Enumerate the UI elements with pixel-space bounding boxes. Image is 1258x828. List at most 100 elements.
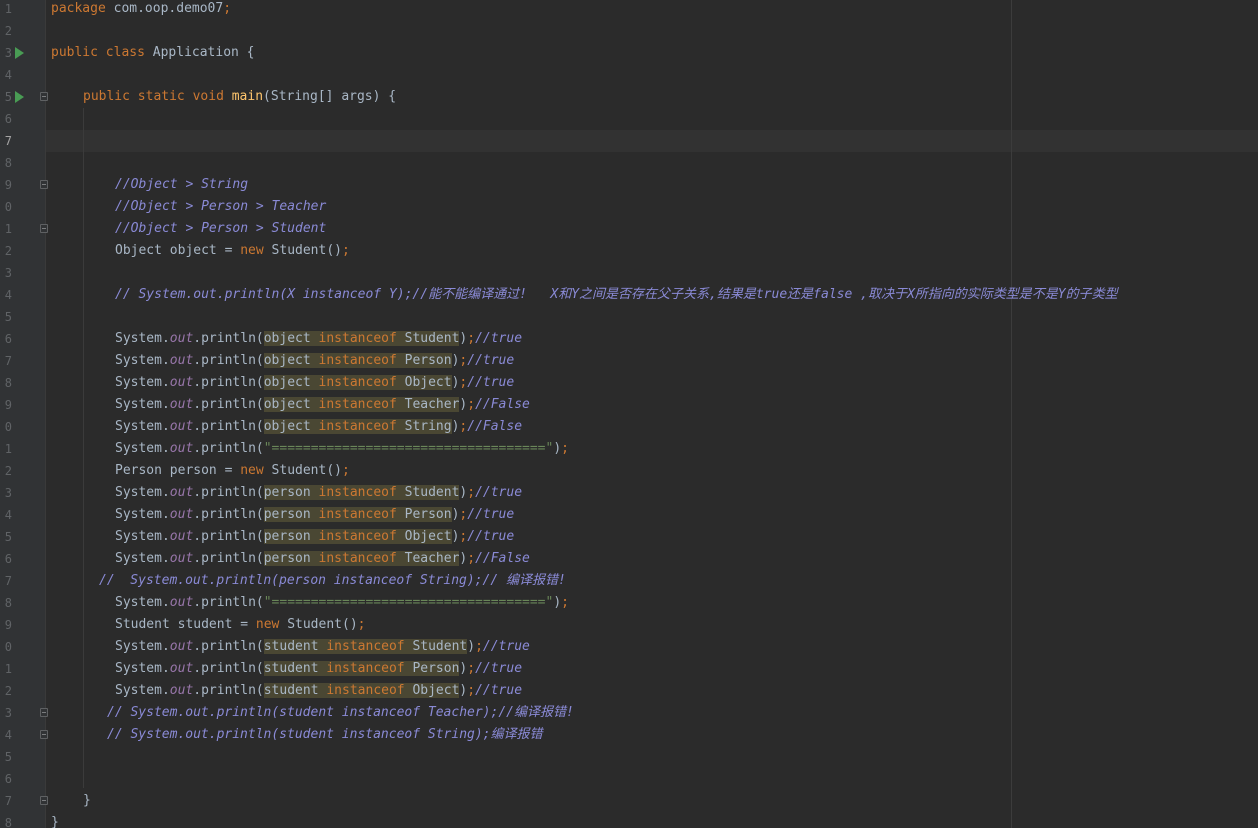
instanceof-highlight: student instanceof Object — [263, 683, 460, 698]
code-token: System. — [115, 551, 170, 566]
code-line[interactable]: 2 — [0, 20, 1258, 42]
semicolon-token: ; — [467, 397, 476, 412]
code-line[interactable]: 5 — [0, 746, 1258, 768]
code-line[interactable]: 2 Person person = new Student(); — [0, 460, 1258, 482]
code-line[interactable]: 0 //Object > Person > Teacher — [0, 196, 1258, 218]
code-text: System.out.println(person instanceof Per… — [115, 504, 514, 526]
keyword-token: new — [240, 243, 272, 258]
code-line[interactable]: 1 //Object > Person > Student — [0, 218, 1258, 240]
code-line[interactable]: 4 System.out.println(person instanceof Pe… — [0, 504, 1258, 526]
code-line[interactable]: 9 System.out.println(object instanceof Te… — [0, 394, 1258, 416]
code-line[interactable]: 5 public static void main(String[] args) … — [0, 86, 1258, 108]
code-line[interactable]: 6 System.out.println(person instanceof Te… — [0, 548, 1258, 570]
code-line[interactable]: 4 // System.out.println(X instanceof Y);/… — [0, 284, 1258, 306]
code-line[interactable]: 9 Student student = new Student(); — [0, 614, 1258, 636]
line-number: 8 — [4, 156, 12, 170]
code-line[interactable]: 7} — [0, 790, 1258, 812]
code-text: Object object = new Student(); — [115, 240, 350, 262]
line-number: 9 — [4, 398, 12, 412]
code-line[interactable]: 1 package com.oop.demo07; — [0, 0, 1258, 20]
code-line[interactable]: 1 System.out.println("===================… — [0, 438, 1258, 460]
code-token: ) — [553, 441, 562, 456]
code-line[interactable]: 4 — [0, 64, 1258, 86]
code-line[interactable]: 8 — [0, 152, 1258, 174]
code-text: System.out.println("====================… — [115, 592, 569, 614]
line-number: 7 — [4, 574, 12, 588]
static-field-token: out — [169, 639, 194, 654]
code-token: System. — [115, 353, 170, 368]
code-token: .println( — [193, 353, 264, 368]
keyword-token: instanceof — [318, 397, 405, 412]
code-line[interactable]: 6 System.out.println(object instanceof St… — [0, 328, 1258, 350]
line-number: 9 — [4, 178, 12, 192]
line-number: 0 — [4, 200, 12, 214]
brace-token: } — [83, 793, 91, 808]
static-field-token: out — [169, 485, 194, 500]
string-token: "===================================" — [263, 595, 554, 610]
code-text: System.out.println(object instanceof Obj… — [115, 372, 514, 394]
code-token: System. — [115, 507, 170, 522]
code-token: .println( — [193, 639, 264, 654]
code-line[interactable]: 7 System.out.println(object instanceof Pe… — [0, 350, 1258, 372]
code-line[interactable]: 0 System.out.println(student instanceof S… — [0, 636, 1258, 658]
code-text: } — [83, 790, 91, 812]
code-line[interactable]: 0 System.out.println(object instanceof St… — [0, 416, 1258, 438]
line-number: 6 — [4, 772, 12, 786]
code-text: System.out.println(person instanceof Obj… — [115, 526, 514, 548]
code-line[interactable]: 6 — [0, 108, 1258, 130]
keyword-token: instanceof — [318, 375, 405, 390]
code-text: public static void main(String[] args) { — [83, 86, 396, 108]
static-field-token: out — [169, 551, 194, 566]
code-token: Student() — [287, 617, 358, 632]
code-line[interactable]: 5 — [0, 306, 1258, 328]
code-line[interactable]: 3 System.out.println(person instanceof St… — [0, 482, 1258, 504]
comment-token: //Object > Person > Teacher — [115, 199, 327, 214]
variable-token: object — [263, 331, 319, 346]
code-line[interactable]: 8 System.out.println(object instanceof Ob… — [0, 372, 1258, 394]
code-line[interactable]: 6 — [0, 768, 1258, 790]
code-line[interactable]: 8 System.out.println("===================… — [0, 592, 1258, 614]
code-text: // System.out.println(student instanceof… — [107, 702, 574, 724]
code-line[interactable]: 7 — [0, 130, 1258, 152]
code-editor[interactable]: 1 package com.oop.demo07; 2 3 public class A… — [0, 0, 1258, 828]
fold-toggle-icon[interactable] — [40, 708, 48, 717]
type-token: String — [404, 419, 452, 434]
line-number: 2 — [4, 684, 12, 698]
fold-toggle-icon[interactable] — [40, 180, 48, 189]
semicolon-token: ; — [561, 595, 569, 610]
code-text: // System.out.println(X instanceof Y);//… — [115, 284, 1118, 306]
code-token: System. — [115, 529, 170, 544]
type-token: Object — [412, 683, 460, 698]
variable-token: person — [263, 551, 319, 566]
code-token: .println( — [193, 683, 264, 698]
code-line[interactable]: 7 // System.out.println(person instanceof… — [0, 570, 1258, 592]
code-line[interactable]: 3 public class Application { — [0, 42, 1258, 64]
line-number: 2 — [4, 464, 12, 478]
comment-token: //true — [467, 529, 515, 544]
instanceof-highlight: person instanceof Object — [263, 529, 452, 544]
fold-toggle-icon[interactable] — [40, 730, 48, 739]
string-token: "===================================" — [263, 441, 554, 456]
instanceof-highlight: person instanceof Person — [263, 507, 452, 522]
comment-token: //true — [475, 661, 523, 676]
code-line[interactable]: 3 // System.out.println(student instanceo… — [0, 702, 1258, 724]
fold-toggle-icon[interactable] — [40, 796, 48, 805]
variable-token: person — [263, 507, 319, 522]
static-field-token: out — [169, 683, 194, 698]
code-line[interactable]: 2 System.out.println(student instanceof O… — [0, 680, 1258, 702]
fold-toggle-icon[interactable] — [40, 92, 48, 101]
comment-token: //False — [467, 419, 523, 434]
code-token: .println( — [193, 485, 264, 500]
fold-toggle-icon[interactable] — [40, 224, 48, 233]
code-line[interactable]: 2 Object object = new Student(); — [0, 240, 1258, 262]
run-gutter-icon[interactable] — [15, 47, 24, 59]
instanceof-highlight: student instanceof Person — [263, 661, 460, 676]
static-field-token: out — [169, 507, 194, 522]
code-line[interactable]: 1 System.out.println(student instanceof P… — [0, 658, 1258, 680]
run-gutter-icon[interactable] — [15, 91, 24, 103]
code-line[interactable]: 3 — [0, 262, 1258, 284]
code-line[interactable]: 5 System.out.println(person instanceof Ob… — [0, 526, 1258, 548]
code-line[interactable]: 9 //Object > String — [0, 174, 1258, 196]
code-line[interactable]: 8} — [0, 812, 1258, 828]
code-line[interactable]: 4 // System.out.println(student instanceo… — [0, 724, 1258, 746]
